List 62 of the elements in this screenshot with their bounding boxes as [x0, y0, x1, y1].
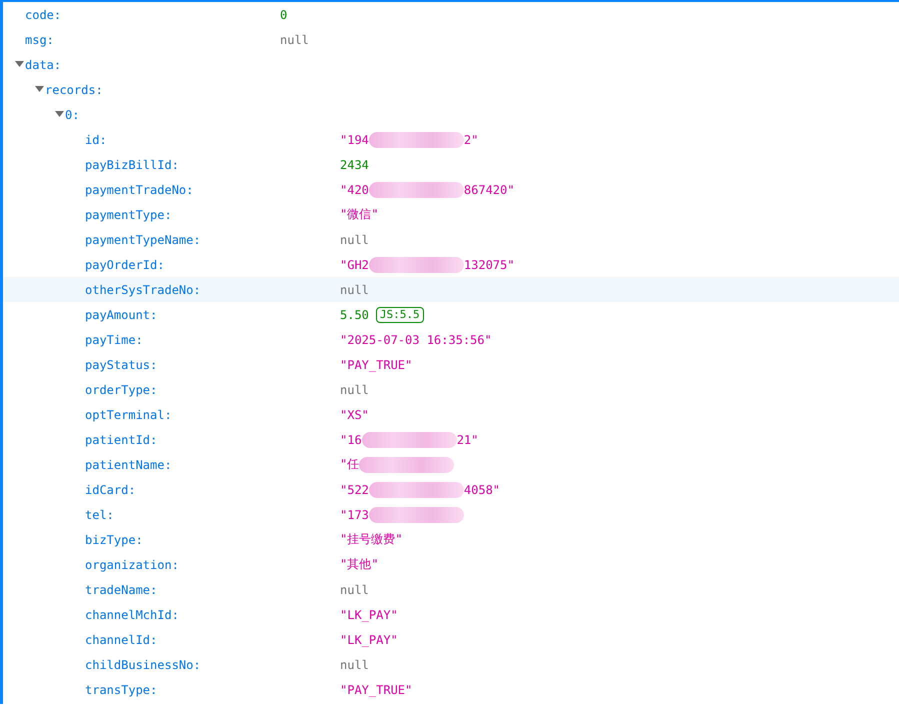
json-key: paymentTradeNo:	[85, 182, 194, 196]
json-key: paymentType:	[85, 208, 172, 222]
json-key: payBizBillId:	[85, 158, 179, 172]
json-value: null	[340, 382, 369, 396]
toggle-icon[interactable]	[34, 86, 44, 93]
json-key: channelId:	[85, 632, 158, 646]
json-value: "PAY_TRUE"	[340, 682, 412, 696]
json-key: data:	[25, 58, 62, 72]
json-key: payAmount:	[85, 308, 158, 322]
json-key: payStatus:	[85, 358, 158, 372]
json-value: 5.50	[340, 308, 369, 322]
json-value: "420	[340, 182, 369, 196]
json-key: patientId:	[85, 432, 158, 446]
json-value: "16	[340, 432, 362, 446]
js-value-badge: JS:5.5	[376, 306, 424, 322]
json-key: id:	[85, 132, 107, 146]
json-value: "194	[340, 132, 369, 146]
json-key: channelMchId:	[85, 608, 179, 622]
json-value: null	[280, 32, 309, 46]
json-value: "PAY_TRUE"	[340, 358, 412, 372]
json-key: idCard:	[85, 482, 136, 496]
json-value: 2434	[340, 158, 369, 172]
json-value: 2"	[464, 132, 478, 146]
json-key: optTerminal:	[85, 408, 172, 422]
json-value: "173	[340, 508, 369, 522]
json-value: "2025-07-03 16:35:56"	[340, 332, 492, 346]
json-value: "LK_PAY"	[340, 632, 398, 646]
json-key: tradeName:	[85, 582, 158, 596]
json-value: 132075"	[464, 258, 514, 272]
json-key: orderType:	[85, 382, 158, 396]
toggle-icon[interactable]	[14, 61, 24, 68]
json-key: payOrderId:	[85, 258, 164, 272]
json-value: "GH2	[340, 258, 369, 272]
json-key: otherSysTradeNo:	[85, 282, 201, 296]
json-key: tel:	[85, 508, 114, 522]
json-key: transType:	[85, 682, 158, 696]
json-value: null	[340, 232, 369, 246]
json-key: patientName:	[85, 458, 172, 472]
json-key: childBusinessNo:	[85, 658, 201, 672]
json-key: bizType:	[85, 532, 143, 546]
json-key: code:	[25, 8, 62, 22]
json-value: null	[340, 658, 369, 672]
json-value: "任	[340, 456, 360, 473]
toggle-icon[interactable]	[54, 111, 64, 118]
json-key: 0:	[65, 108, 80, 122]
json-value: 4058"	[464, 482, 500, 496]
json-key: organization:	[85, 558, 179, 572]
json-value: "其他"	[340, 556, 378, 573]
json-key: payTime:	[85, 332, 143, 346]
json-value: "挂号缴费"	[340, 531, 402, 548]
json-value: null	[340, 582, 369, 596]
json-value: 867420"	[464, 182, 514, 196]
json-value: null	[340, 282, 369, 296]
json-key: msg:	[25, 32, 54, 46]
json-value: 21"	[456, 432, 478, 446]
json-value: "XS"	[340, 408, 369, 422]
json-value: "LK_PAY"	[340, 608, 398, 622]
json-value: "522	[340, 482, 369, 496]
json-key: records:	[45, 82, 103, 96]
json-value: "微信"	[340, 206, 378, 223]
json-value: 0	[280, 8, 288, 22]
json-key: paymentTypeName:	[85, 232, 201, 246]
